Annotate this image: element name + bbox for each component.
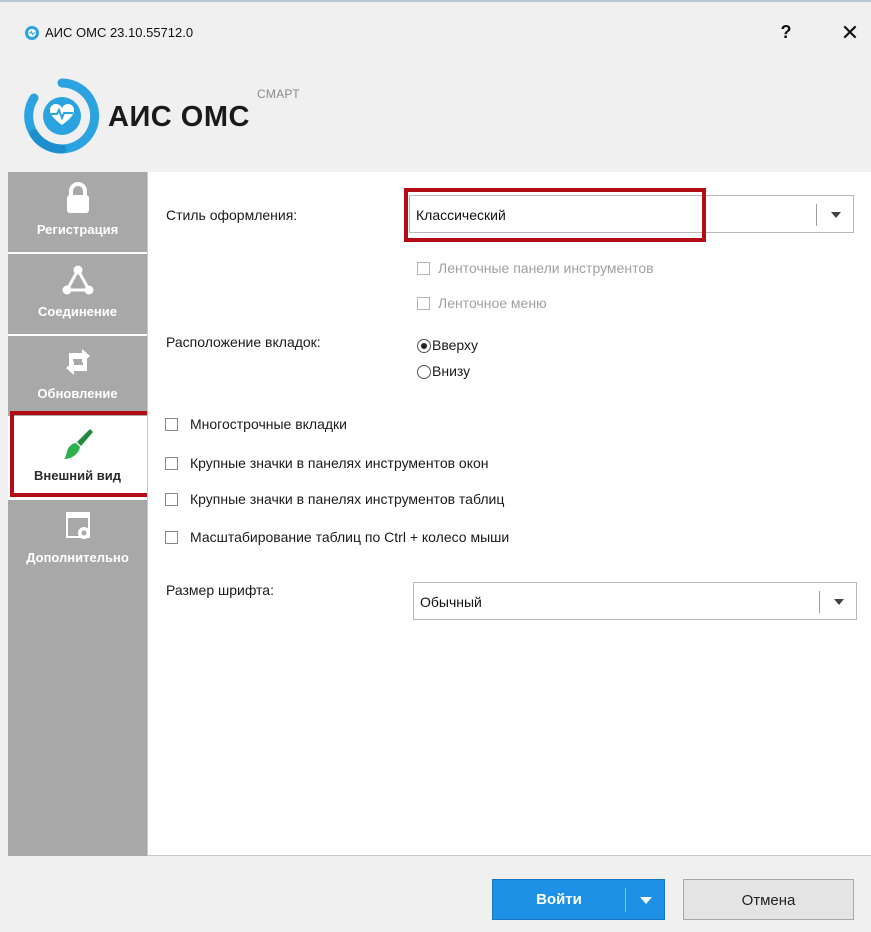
select-divider bbox=[816, 204, 817, 226]
close-button[interactable]: ✕ bbox=[836, 20, 864, 46]
product-edition: СМАРТ bbox=[257, 87, 300, 101]
chevron-down-icon bbox=[640, 897, 652, 904]
tabs-bottom-label: Внизу bbox=[432, 363, 471, 379]
large-icons-windows-label: Крупные значки в панелях инструментов ок… bbox=[190, 455, 489, 471]
sidebar-item-connection[interactable]: Соединение bbox=[8, 254, 147, 334]
sidebar-item-label: Регистрация bbox=[36, 222, 119, 237]
chevron-down-icon[interactable] bbox=[834, 599, 844, 605]
sidebar-item-label: Соединение bbox=[38, 304, 117, 319]
update-icon bbox=[65, 349, 90, 375]
sidebar-item-update[interactable]: Обновление bbox=[8, 336, 147, 416]
tabs-bottom-radio[interactable] bbox=[417, 365, 431, 379]
tabs-top-radio[interactable] bbox=[417, 339, 431, 353]
highlight-frame bbox=[404, 188, 706, 242]
large-icons-windows-checkbox[interactable] bbox=[165, 457, 178, 470]
chevron-down-icon[interactable] bbox=[831, 212, 841, 218]
font-size-select[interactable]: Обычный bbox=[413, 582, 857, 620]
ribbon-menu-checkbox[interactable] bbox=[417, 297, 430, 310]
window-title: АИС ОМС 23.10.55712.0 bbox=[45, 25, 194, 40]
highlight-frame bbox=[10, 411, 151, 497]
ribbon-panels-checkbox[interactable] bbox=[417, 262, 430, 275]
large-icons-tables-checkbox[interactable] bbox=[165, 493, 178, 506]
tabs-position-label: Расположение вкладок: bbox=[166, 334, 321, 350]
style-label: Стиль оформления: bbox=[166, 207, 298, 223]
app-logo-icon bbox=[25, 26, 39, 40]
large-icons-tables-label: Крупные значки в панелях инструментов та… bbox=[190, 491, 505, 507]
tabs-top-label: Вверху bbox=[432, 337, 479, 353]
network-icon bbox=[62, 265, 93, 295]
sidebar-item-advanced[interactable]: Дополнительно bbox=[8, 500, 147, 580]
window-gear-icon bbox=[65, 512, 90, 539]
title-bar: АИС ОМС 23.10.55712.0 ? ✕ bbox=[0, 2, 871, 45]
multiline-tabs-checkbox[interactable] bbox=[165, 418, 178, 431]
product-name: АИС ОМС bbox=[108, 101, 250, 133]
settings-window: АИС ОМС 23.10.55712.0 ? ✕ АИС ОМС СМАРТ … bbox=[0, 0, 871, 932]
product-logo-icon bbox=[24, 78, 100, 154]
table-scaling-label: Масштабирование таблиц по Ctrl + колесо … bbox=[190, 529, 510, 545]
ribbon-panels-label: Ленточные панели инструментов bbox=[438, 260, 654, 276]
sidebar-item-label: Дополнительно bbox=[26, 550, 129, 565]
login-button-label: Войти bbox=[536, 891, 582, 908]
login-options-dropdown[interactable] bbox=[626, 880, 665, 919]
login-button[interactable]: Войти bbox=[492, 879, 665, 920]
table-scaling-checkbox[interactable] bbox=[165, 531, 178, 544]
multiline-tabs-label: Многострочные вкладки bbox=[190, 416, 347, 432]
font-size-label: Размер шрифта: bbox=[166, 582, 274, 598]
help-button[interactable]: ? bbox=[774, 20, 798, 44]
sidebar-item-label: Обновление bbox=[37, 386, 118, 401]
settings-sidebar: Регистрация Соединение Обновление Внешни… bbox=[8, 172, 147, 856]
sidebar-item-registration[interactable]: Регистрация bbox=[8, 172, 147, 252]
cancel-button-label: Отмена bbox=[741, 892, 796, 909]
ribbon-menu-label: Ленточное меню bbox=[438, 295, 547, 311]
cancel-button[interactable]: Отмена bbox=[683, 879, 854, 920]
select-divider bbox=[819, 591, 820, 613]
font-size-select-value: Обычный bbox=[420, 594, 482, 610]
lock-icon bbox=[66, 182, 89, 213]
